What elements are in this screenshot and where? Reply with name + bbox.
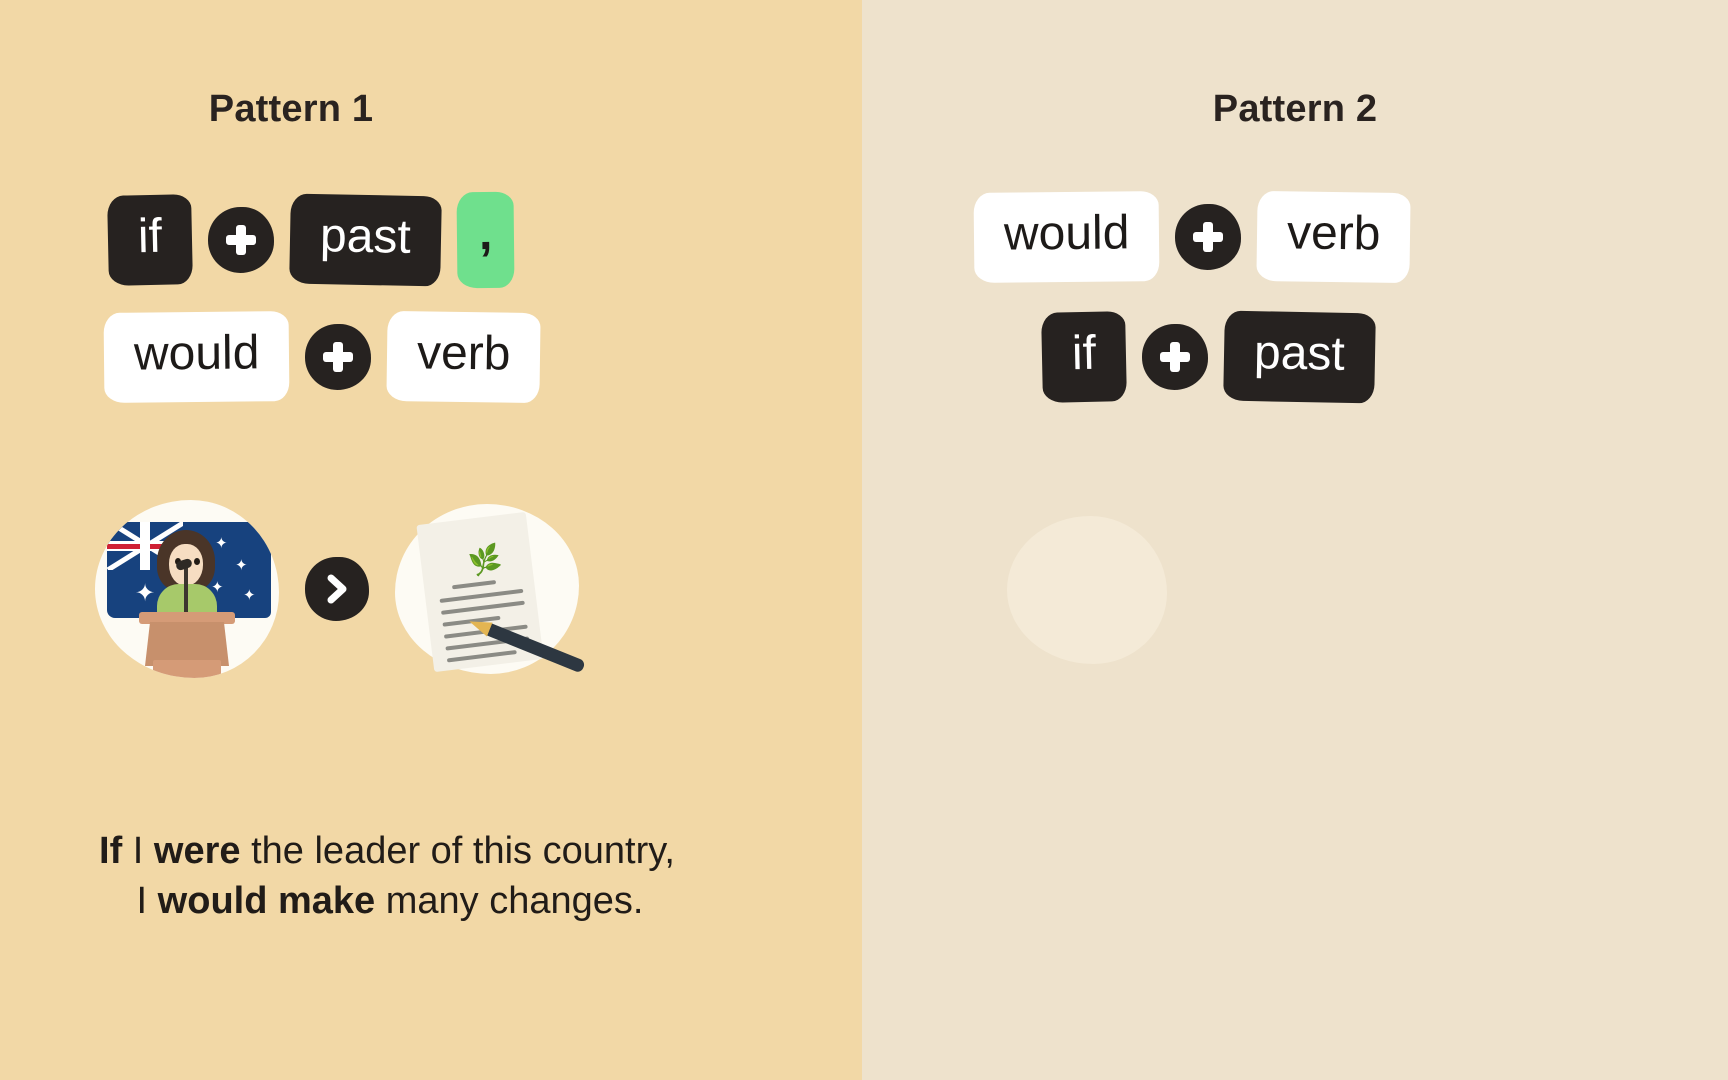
podium-base bbox=[153, 660, 221, 678]
grammar-pattern-slide: Pattern 1 if past , would verb ✦ ✦ ✦ ✦ ✦… bbox=[0, 0, 1728, 1080]
plus-icon bbox=[1142, 324, 1208, 390]
empty-illustration-placeholder bbox=[1007, 516, 1167, 664]
pattern-2-panel: Pattern 2 would verb if past bbox=[862, 0, 1728, 1080]
pattern-1-formula-row-1: if past , bbox=[107, 191, 515, 289]
chip-would[interactable]: would bbox=[103, 311, 290, 403]
chip-verb[interactable]: verb bbox=[386, 310, 542, 404]
plus-icon bbox=[1175, 204, 1242, 270]
chip-verb[interactable]: verb bbox=[1256, 190, 1412, 284]
chip-if[interactable]: if bbox=[1041, 311, 1127, 403]
pattern-1-illustration-row: ✦ ✦ ✦ ✦ ✦ 🌿 bbox=[95, 500, 586, 678]
pattern-2-formula-row-1: would verb bbox=[973, 190, 1412, 284]
pattern-1-title: Pattern 1 bbox=[208, 88, 374, 130]
example-sentence-line-1: If I were the leader of this country, bbox=[99, 830, 675, 872]
leaf-icon: 🌿 bbox=[466, 541, 505, 579]
pattern-2-title: Pattern 2 bbox=[1212, 88, 1378, 130]
pattern-2-formula-row-2: if past bbox=[1041, 310, 1376, 404]
chevron-right-icon bbox=[305, 557, 369, 621]
person-eye bbox=[194, 558, 200, 565]
speaker-at-podium-with-australian-flag-icon: ✦ ✦ ✦ ✦ ✦ bbox=[95, 500, 279, 678]
example-sentence-line-2: I would make many changes. bbox=[136, 880, 644, 923]
plus-icon bbox=[208, 207, 274, 273]
star-icon: ✦ bbox=[135, 580, 156, 607]
plus-icon bbox=[305, 324, 372, 390]
chip-past[interactable]: past bbox=[1223, 310, 1376, 404]
chip-if[interactable]: if bbox=[107, 194, 193, 286]
pattern-1-formula-row-2: would verb bbox=[103, 310, 542, 404]
pattern-1-panel: Pattern 1 if past , would verb ✦ ✦ ✦ ✦ ✦… bbox=[0, 0, 862, 1080]
pattern-1-example-sentence: If I were the leader of this country, I … bbox=[0, 826, 780, 926]
chip-would[interactable]: would bbox=[973, 191, 1160, 283]
policy-document-with-leaf-and-pen-icon: 🌿 bbox=[395, 504, 586, 674]
chip-past[interactable]: past bbox=[289, 193, 442, 287]
star-icon: ✦ bbox=[215, 535, 228, 552]
chip-comma[interactable]: , bbox=[456, 191, 515, 289]
star-icon: ✦ bbox=[243, 587, 256, 604]
star-icon: ✦ bbox=[235, 557, 248, 574]
